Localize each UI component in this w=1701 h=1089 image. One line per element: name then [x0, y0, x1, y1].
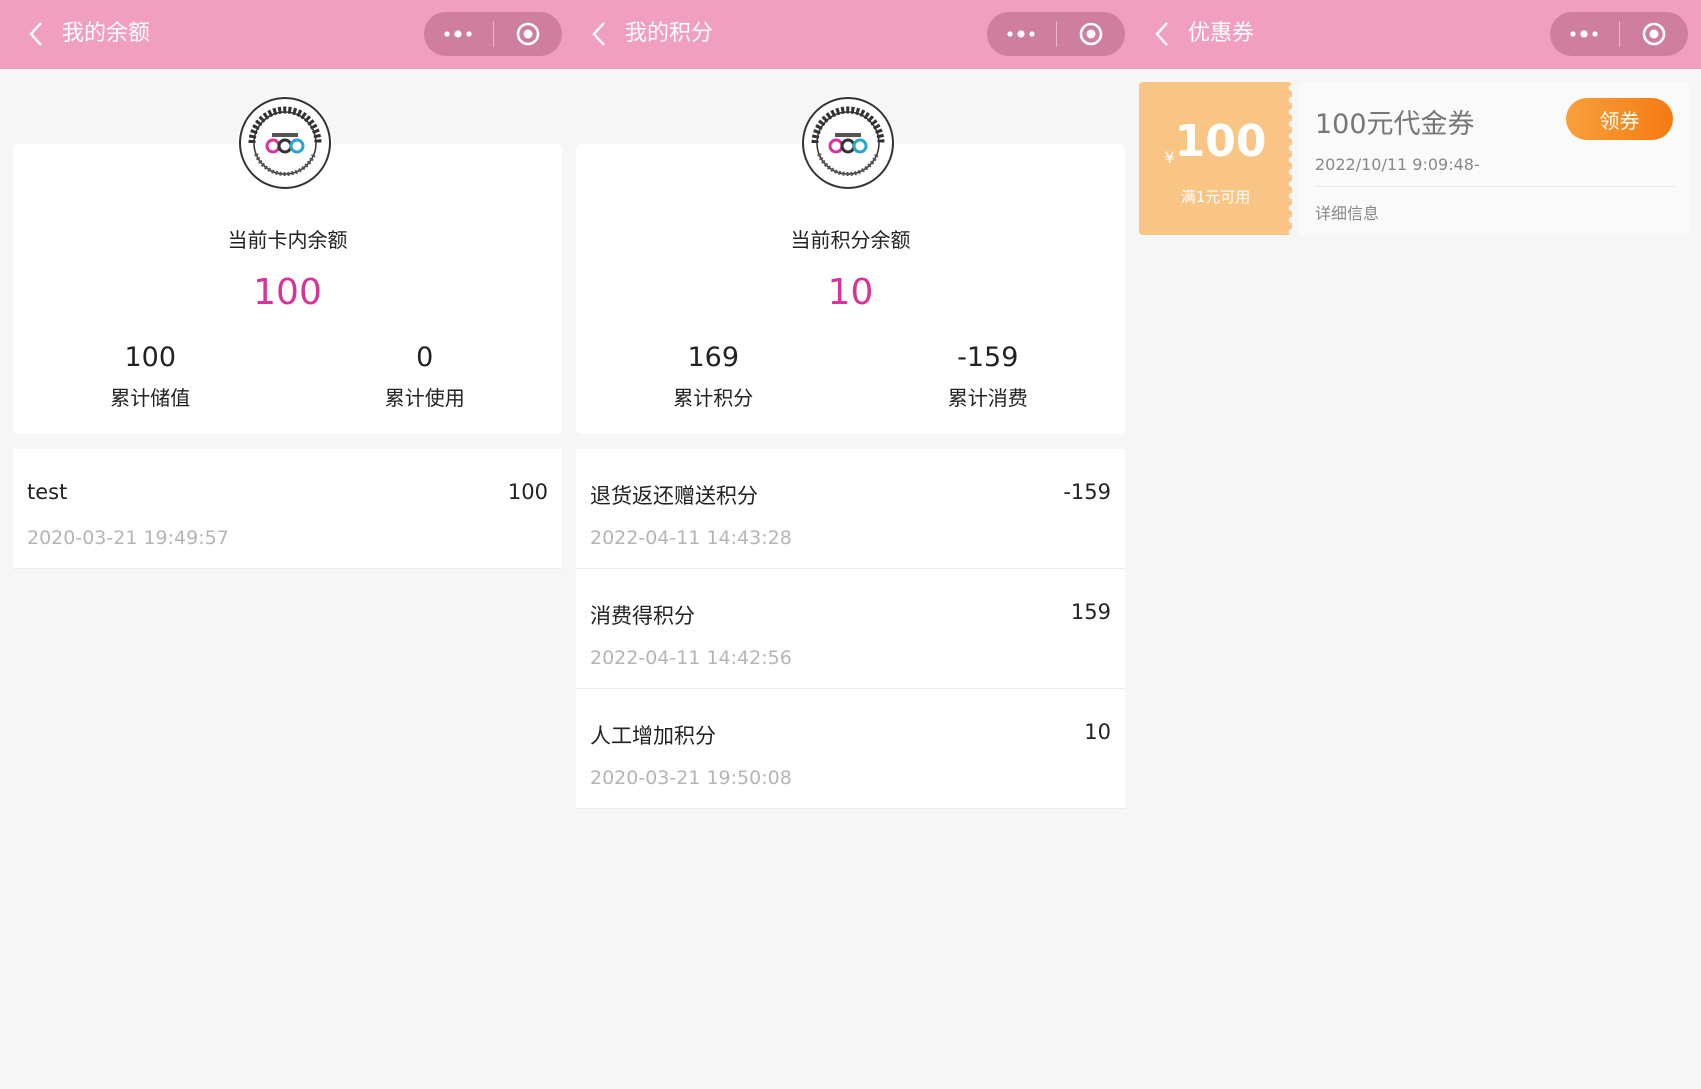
coupon-screen: 优惠券 ¥100 满1元可用 100元代金券 2022/10/11 9:09:4…: [1126, 0, 1701, 1089]
more-dots-icon[interactable]: [424, 12, 493, 56]
navbar: 我的余额: [0, 0, 563, 69]
target-circle-icon[interactable]: [1620, 12, 1689, 56]
record-amount: 159: [1070, 600, 1111, 624]
summary-label: 当前积分余额: [790, 228, 911, 252]
page-title: 我的余额: [62, 21, 151, 46]
list-item[interactable]: 消费得积分 159 2022-04-11 14:42:56: [576, 569, 1125, 689]
sweet-color-logo: [801, 96, 895, 190]
target-circle-icon[interactable]: [494, 12, 563, 56]
summary-value: 10: [827, 272, 874, 313]
balance-screen: 我的余额 当前卡内余额 100 100 累计储值 0 累计使用 test 100…: [0, 0, 563, 1089]
record-list: test 100 2020-03-21 19:49:57: [13, 449, 562, 569]
more-dots-icon[interactable]: [987, 12, 1056, 56]
navbar: 优惠券: [1126, 0, 1701, 69]
points-screen: 我的积分 当前积分余额 10 169 累计积分 -159 累计消费 退货返还赠送…: [563, 0, 1126, 1089]
record-amount: -159: [1063, 480, 1111, 504]
coupon-name: 100元代金券: [1315, 109, 1475, 140]
coupon-condition: 满1元可用: [1180, 188, 1251, 206]
coupon-detail-link[interactable]: 详细信息: [1315, 200, 1379, 224]
stat-label: 累计使用: [384, 386, 465, 410]
menu-capsule: [424, 12, 562, 56]
chevron-left-icon[interactable]: [585, 20, 613, 48]
menu-capsule: [987, 12, 1125, 56]
target-circle-icon[interactable]: [1057, 12, 1126, 56]
stat-label: 累计储值: [110, 386, 191, 410]
coupon-info-panel: 100元代金券 2022/10/11 9:09:48- 详细信息 领券: [1299, 82, 1689, 235]
record-time: 2022-04-11 14:42:56: [590, 647, 792, 669]
screens-container: 我的余额 当前卡内余额 100 100 累计储值 0 累计使用 test 100…: [0, 0, 1701, 1089]
stat-total-points: 169 累计积分: [576, 340, 851, 411]
stat-total-deposit: 100 累计储值: [13, 340, 288, 411]
menu-capsule: [1550, 12, 1688, 56]
record-time: 2020-03-21 19:50:08: [590, 767, 792, 789]
summary-label: 当前卡内余额: [227, 228, 348, 252]
divider: [1315, 186, 1675, 187]
coupon-date: 2022/10/11 9:09:48-: [1315, 155, 1480, 174]
stat-number: -159: [957, 342, 1019, 373]
navbar: 我的积分: [563, 0, 1126, 69]
page-title: 我的积分: [625, 21, 714, 46]
list-item[interactable]: 人工增加积分 10 2020-03-21 19:50:08: [576, 689, 1125, 809]
record-time: 2022-04-11 14:43:28: [590, 527, 792, 549]
record-list: 退货返还赠送积分 -159 2022-04-11 14:43:28 消费得积分 …: [576, 449, 1125, 809]
chevron-left-icon[interactable]: [1148, 20, 1176, 48]
record-amount: 100: [507, 480, 548, 504]
list-item[interactable]: test 100 2020-03-21 19:49:57: [13, 449, 562, 569]
stat-number: 0: [416, 342, 434, 373]
coupon-card[interactable]: ¥100 满1元可用 100元代金券 2022/10/11 9:09:48- 详…: [1139, 82, 1689, 235]
record-amount: 10: [1084, 720, 1111, 744]
list-item[interactable]: 退货返还赠送积分 -159 2022-04-11 14:43:28: [576, 449, 1125, 569]
record-title: test: [27, 480, 68, 504]
stat-number: 169: [687, 342, 740, 373]
record-time: 2020-03-21 19:49:57: [27, 527, 229, 549]
sweet-color-logo: [238, 96, 332, 190]
chevron-left-icon[interactable]: [22, 20, 50, 48]
record-title: 人工增加积分: [590, 724, 716, 748]
page-title: 优惠券: [1188, 21, 1255, 46]
coupon-amount: ¥100: [1139, 116, 1292, 167]
stat-number: 100: [124, 342, 177, 373]
coupon-value: 100: [1174, 116, 1267, 167]
stat-label: 累计积分: [673, 386, 754, 410]
currency-symbol: ¥: [1164, 148, 1175, 167]
more-dots-icon[interactable]: [1550, 12, 1619, 56]
record-title: 消费得积分: [590, 604, 695, 628]
stat-total-consumed: -159 累计消费: [851, 340, 1126, 411]
record-title: 退货返还赠送积分: [590, 484, 758, 508]
summary-value: 100: [253, 272, 322, 313]
claim-coupon-button[interactable]: 领券: [1566, 98, 1673, 140]
coupon-value-panel: ¥100 满1元可用: [1139, 82, 1296, 235]
stat-label: 累计消费: [947, 386, 1028, 410]
stat-total-used: 0 累计使用: [288, 340, 563, 411]
